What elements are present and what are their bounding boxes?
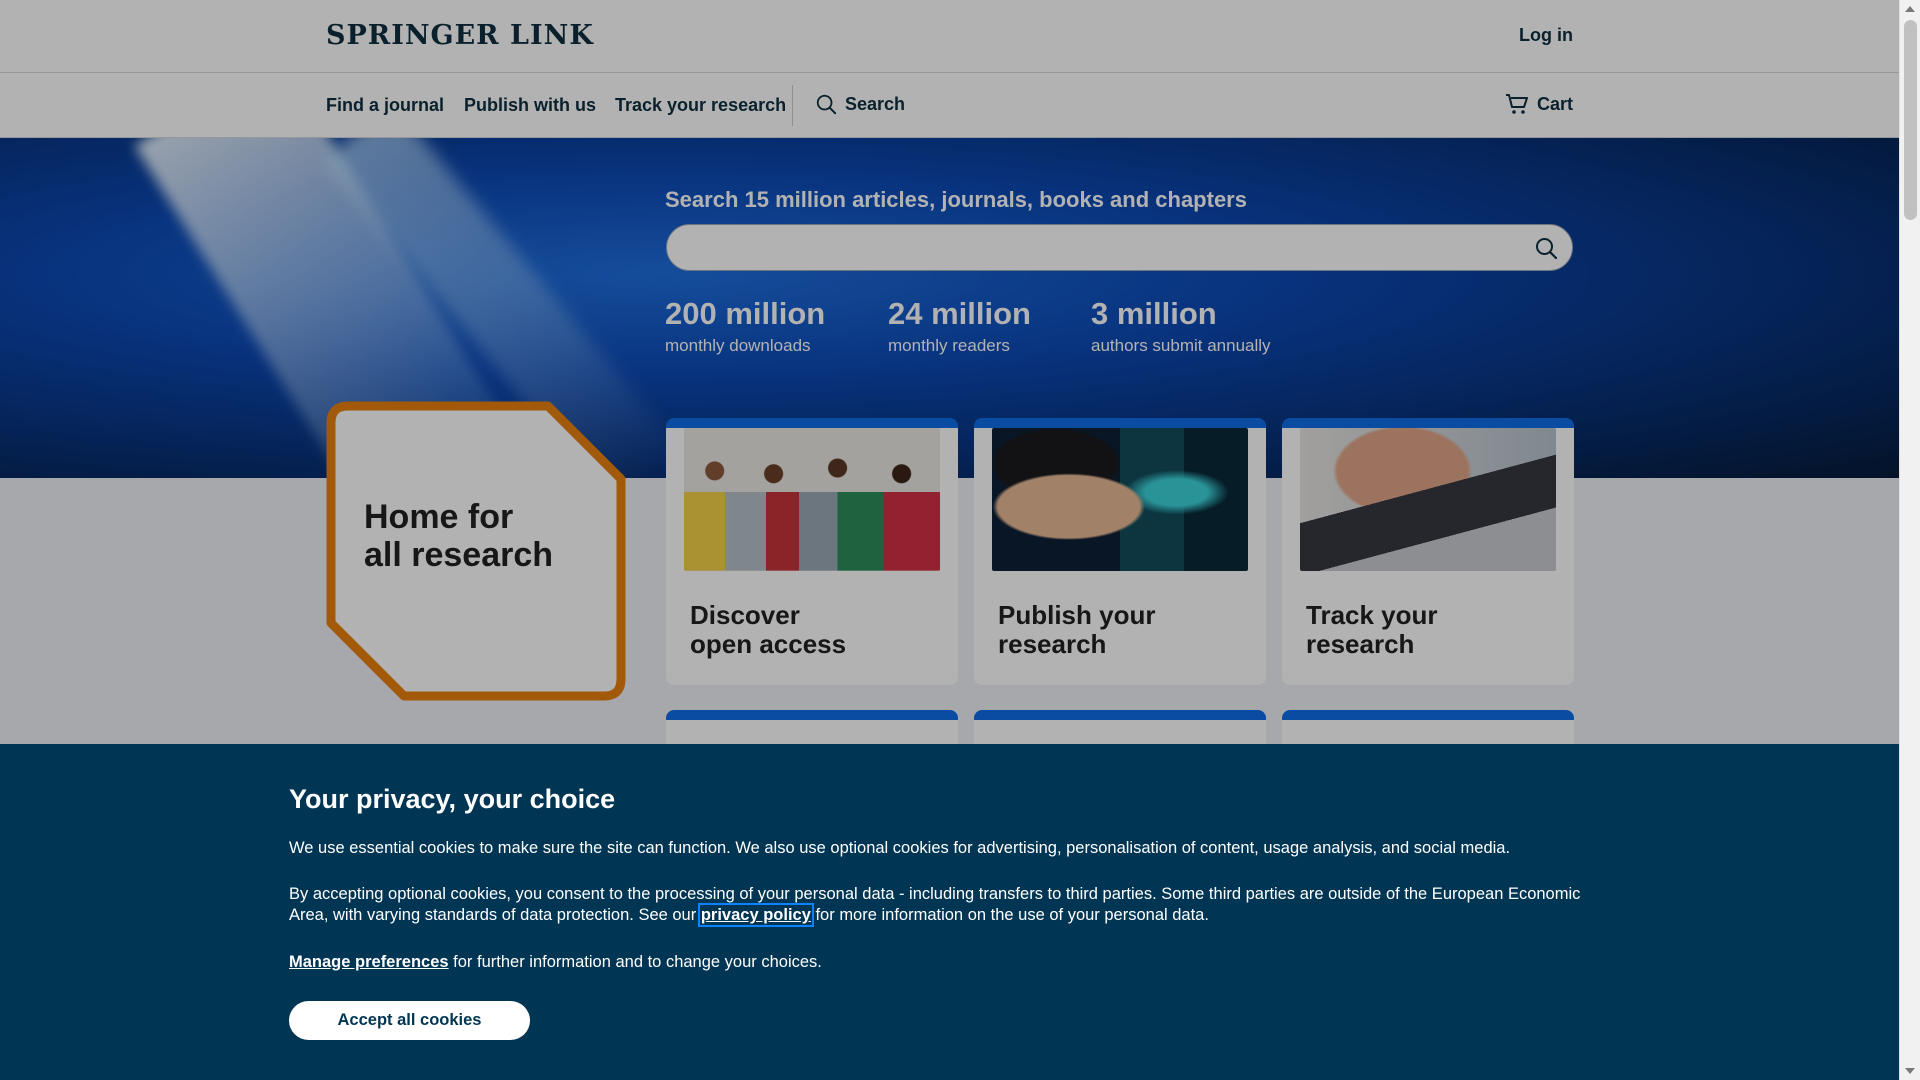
privacy-policy-link[interactable]: privacy policy <box>697 903 814 927</box>
page: SPRINGER LINK Log in Find a journal Publ… <box>0 0 1899 1080</box>
scroll-thumb[interactable] <box>1904 20 1917 220</box>
accept-all-cookies-button[interactable]: Accept all cookies <box>289 1001 530 1040</box>
scroll-up-arrow-icon[interactable] <box>1905 6 1915 12</box>
modal-dim-overlay <box>0 0 1899 744</box>
cookie-heading: Your privacy, your choice <box>289 784 616 814</box>
scroll-down-arrow-icon[interactable] <box>1905 1068 1915 1074</box>
cookie-text-essential: We use essential cookies to make sure th… <box>289 839 1511 857</box>
page-scrollbar[interactable] <box>1899 0 1920 1080</box>
cookie-text-consent: By accepting optional cookies, you conse… <box>289 884 1589 927</box>
consent-text-after: for more information on the use of your … <box>810 906 1209 924</box>
manage-preferences-link[interactable]: Manage preferences <box>289 953 449 971</box>
preferences-text-after: for further information and to change yo… <box>448 953 822 971</box>
cookie-text-preferences: Manage preferences for further informati… <box>289 952 1589 973</box>
cookie-consent-banner: Your privacy, your choice We use essenti… <box>0 744 1899 1080</box>
